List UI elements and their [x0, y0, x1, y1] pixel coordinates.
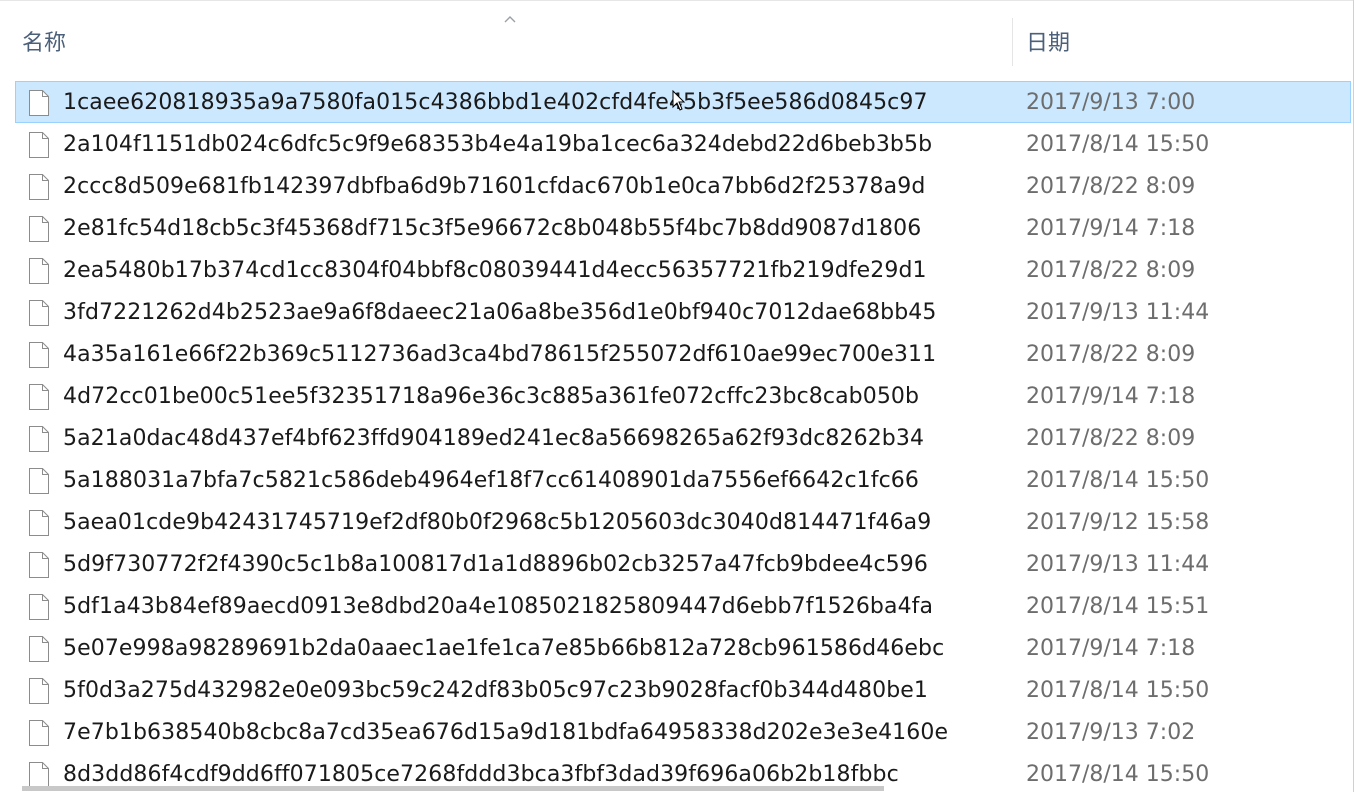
file-row[interactable]: 5a188031a7bfa7c5821c586deb4964ef18f7cc61… [15, 459, 1351, 501]
file-name: 3fd7221262d4b2523ae9a6f8daeec21a06a8be35… [63, 300, 937, 325]
file-date: 2017/8/22 8:09 [1026, 174, 1196, 199]
file-date: 2017/9/14 7:18 [1026, 636, 1196, 661]
file-date: 2017/9/13 7:00 [1026, 90, 1196, 115]
file-name: 4a35a161e66f22b369c5112736ad3ca4bd78615f… [63, 342, 937, 367]
column-header-name[interactable]: 名称 [22, 28, 66, 60]
file-row[interactable]: 4a35a161e66f22b369c5112736ad3ca4bd78615f… [15, 333, 1351, 375]
file-icon [29, 510, 49, 536]
file-date: 2017/8/14 15:50 [1026, 132, 1210, 157]
file-icon [29, 258, 49, 284]
file-row[interactable]: 4d72cc01be00c51ee5f32351718a96e36c3c885a… [15, 375, 1351, 417]
file-row[interactable]: 5e07e998a98289691b2da0aaec1ae1fe1ca7e85b… [15, 627, 1351, 669]
file-icon [29, 300, 49, 326]
file-name: 5df1a43b84ef89aecd0913e8dbd20a4e10850218… [63, 594, 934, 619]
file-icon [29, 720, 49, 746]
file-date: 2017/9/14 7:18 [1026, 216, 1196, 241]
file-row[interactable]: 2ccc8d509e681fb142397dbfba6d9b71601cfdac… [15, 165, 1351, 207]
file-row[interactable]: 5a21a0dac48d437ef4bf623ffd904189ed241ec8… [15, 417, 1351, 459]
file-icon [29, 678, 49, 704]
file-date: 2017/8/14 15:50 [1026, 678, 1210, 703]
file-icon [29, 384, 49, 410]
file-date: 2017/8/14 15:50 [1026, 762, 1210, 787]
file-icon [29, 426, 49, 452]
file-row[interactable]: 5d9f730772f2f4390c5c1b8a100817d1a1d8896b… [15, 543, 1351, 585]
file-name: 2ccc8d509e681fb142397dbfba6d9b71601cfdac… [63, 174, 926, 199]
top-border [0, 0, 1354, 1]
file-icon [29, 216, 49, 242]
file-icon [29, 636, 49, 662]
file-name: 5f0d3a275d432982e0e093bc59c242df83b05c97… [63, 678, 928, 703]
file-name: 2e81fc54d18cb5c3f45368df715c3f5e96672c8b… [63, 216, 922, 241]
file-icon [29, 174, 49, 200]
file-date: 2017/9/14 7:18 [1026, 384, 1196, 409]
file-row[interactable]: 2e81fc54d18cb5c3f45368df715c3f5e96672c8b… [15, 207, 1351, 249]
file-name: 5a188031a7bfa7c5821c586deb4964ef18f7cc61… [63, 468, 919, 493]
file-row[interactable]: 2ea5480b17b374cd1cc8304f04bbf8c08039441d… [15, 249, 1351, 291]
file-row[interactable]: 5aea01cde9b42431745719ef2df80b0f2968c5b1… [15, 501, 1351, 543]
file-icon [29, 552, 49, 578]
file-date: 2017/9/12 15:58 [1026, 510, 1210, 535]
file-row[interactable]: 3fd7221262d4b2523ae9a6f8daeec21a06a8be35… [15, 291, 1351, 333]
file-name: 5a21a0dac48d437ef4bf623ffd904189ed241ec8… [63, 426, 925, 451]
file-name: 2a104f1151db024c6dfc5c9f9e68353b4e4a19ba… [63, 132, 933, 157]
column-header-row: 名称 日期 [0, 18, 1354, 70]
column-divider[interactable] [1012, 18, 1013, 66]
file-name: 1caee620818935a9a7580fa015c4386bbd1e402c… [63, 90, 928, 115]
file-icon [29, 762, 49, 788]
file-icon [29, 468, 49, 494]
file-date: 2017/9/13 7:02 [1026, 720, 1196, 745]
file-date: 2017/9/13 11:44 [1026, 552, 1210, 577]
file-row[interactable]: 2a104f1151db024c6dfc5c9f9e68353b4e4a19ba… [15, 123, 1351, 165]
file-date: 2017/8/22 8:09 [1026, 426, 1196, 451]
file-name: 2ea5480b17b374cd1cc8304f04bbf8c08039441d… [63, 258, 927, 283]
horizontal-scrollbar[interactable] [22, 786, 884, 791]
file-row[interactable]: 5df1a43b84ef89aecd0913e8dbd20a4e10850218… [15, 585, 1351, 627]
file-icon [29, 90, 49, 116]
file-name: 5aea01cde9b42431745719ef2df80b0f2968c5b1… [63, 510, 932, 535]
file-explorer-details-view: 名称 日期 1caee620818935a9a7580fa015c4386bbd… [0, 0, 1354, 792]
file-name: 5e07e998a98289691b2da0aaec1ae1fe1ca7e85b… [63, 636, 945, 661]
file-icon [29, 594, 49, 620]
file-icon [29, 342, 49, 368]
file-date: 2017/8/14 15:50 [1026, 468, 1210, 493]
file-date: 2017/8/22 8:09 [1026, 258, 1196, 283]
file-name: 4d72cc01be00c51ee5f32351718a96e36c3c885a… [63, 384, 920, 409]
file-icon [29, 132, 49, 158]
file-date: 2017/9/13 11:44 [1026, 300, 1210, 325]
file-row[interactable]: 5f0d3a275d432982e0e093bc59c242df83b05c97… [15, 669, 1351, 711]
file-name: 5d9f730772f2f4390c5c1b8a100817d1a1d8896b… [63, 552, 928, 577]
file-row[interactable]: 7e7b1b638540b8cbc8a7cd35ea676d15a9d181bd… [15, 711, 1351, 753]
column-header-date[interactable]: 日期 [1026, 28, 1070, 60]
file-date: 2017/8/14 15:51 [1026, 594, 1210, 619]
mouse-cursor-icon [672, 90, 686, 111]
file-name: 7e7b1b638540b8cbc8a7cd35ea676d15a9d181bd… [63, 720, 949, 745]
file-date: 2017/8/22 8:09 [1026, 342, 1196, 367]
